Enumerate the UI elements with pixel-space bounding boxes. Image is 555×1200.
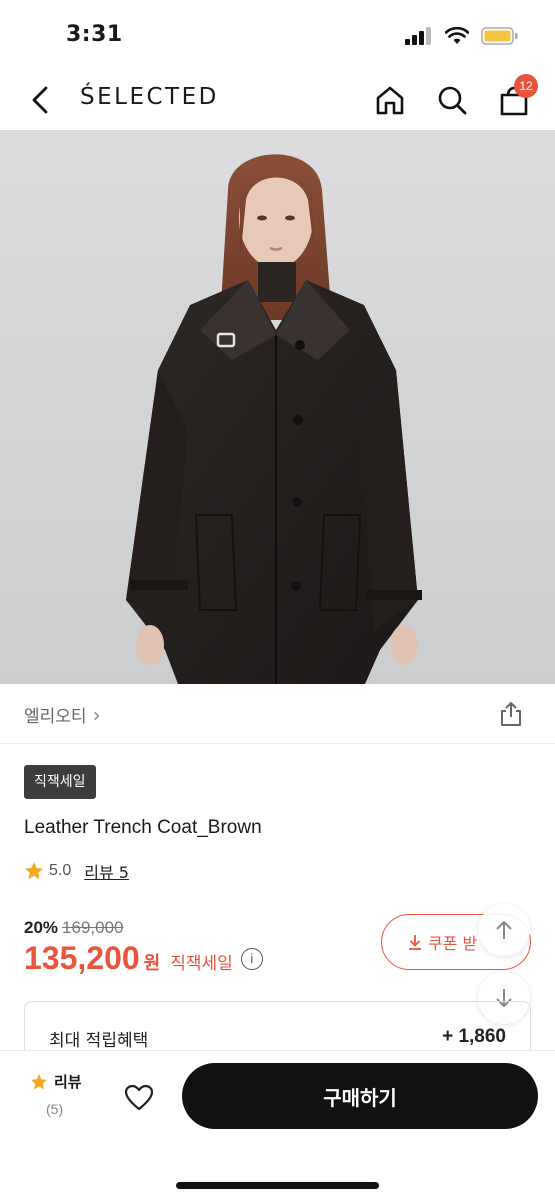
- status-time: 3:31: [66, 22, 123, 47]
- buy-button[interactable]: 구매하기: [182, 1063, 538, 1129]
- search-button[interactable]: [432, 80, 472, 120]
- search-icon: [438, 86, 467, 115]
- back-button[interactable]: [22, 80, 58, 120]
- coupon-label: 쿠폰 받: [428, 934, 478, 953]
- sale-price: 135,200: [24, 940, 140, 976]
- discount-row: 20% 169,000: [24, 918, 123, 938]
- product-photo: [0, 130, 555, 684]
- back-icon: [32, 86, 48, 114]
- sale-label: 직잭세일: [170, 954, 233, 974]
- review-count: (5): [46, 1101, 64, 1117]
- scroll-top-button[interactable]: [478, 904, 530, 956]
- points-label: 최대 적립혜택: [49, 1031, 149, 1051]
- app-logo[interactable]: ŚELECTED: [80, 84, 219, 110]
- bottom-action-bar: 리뷰 (5) 구매하기: [0, 1050, 555, 1200]
- product-image[interactable]: [0, 130, 555, 684]
- review-link[interactable]: 리뷰 5: [84, 859, 129, 883]
- cart-badge: 12: [514, 74, 538, 98]
- download-icon: [409, 935, 421, 950]
- wifi-icon: [445, 27, 469, 44]
- points-value: + 1,860: [442, 1026, 506, 1047]
- star-icon: [30, 1073, 48, 1089]
- star-icon: [25, 862, 43, 880]
- currency-label: 원: [143, 953, 161, 974]
- brand-row: 엘리오티 ›: [0, 684, 555, 744]
- chevron-right-icon: ›: [92, 702, 101, 727]
- original-price: 169,000: [62, 918, 124, 937]
- home-indicator: [176, 1182, 379, 1189]
- price-row: 135,200 원 직잭세일 i: [24, 940, 263, 977]
- wishlist-button[interactable]: [120, 1079, 158, 1117]
- sale-tag: 직잭세일: [24, 765, 96, 799]
- home-icon: [376, 86, 404, 115]
- status-bar: 3:31: [0, 0, 555, 70]
- brand-name: 엘리오티: [24, 707, 87, 727]
- cart-button[interactable]: 12: [494, 74, 538, 120]
- share-button[interactable]: [495, 698, 527, 730]
- product-name: Leather Trench Coat_Brown: [24, 817, 262, 838]
- heart-icon: [124, 1084, 154, 1111]
- nav-bar: ŚELECTED 12: [0, 70, 555, 130]
- rating-score: 5.0: [49, 862, 72, 879]
- brand-link[interactable]: 엘리오티 ›: [24, 702, 101, 728]
- review-summary[interactable]: 리뷰: [30, 1071, 82, 1092]
- info-icon[interactable]: i: [240, 947, 263, 970]
- signal-icon: [405, 27, 431, 45]
- rating-row: 5.0 리뷰 5: [24, 859, 129, 883]
- review-summary-label: 리뷰: [54, 1073, 82, 1091]
- arrow-up-icon: [496, 920, 512, 939]
- discount-rate: 20%: [24, 918, 59, 937]
- status-icons: [405, 26, 519, 46]
- battery-icon: [481, 27, 518, 45]
- home-button[interactable]: [370, 80, 410, 120]
- share-icon: [501, 702, 521, 726]
